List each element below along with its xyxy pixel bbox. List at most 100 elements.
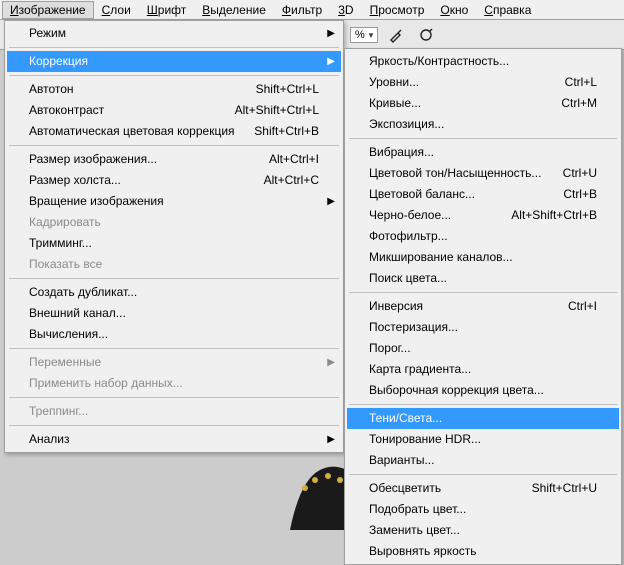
- correction-menu-item[interactable]: Экспозиция...: [347, 114, 619, 135]
- zoom-field[interactable]: % ▾: [350, 27, 378, 43]
- menu-item-shortcut: Shift+Ctrl+B: [254, 124, 319, 139]
- chevron-right-icon: ▶: [327, 355, 335, 370]
- correction-menu-item[interactable]: Порог...: [347, 338, 619, 359]
- image-menu-item[interactable]: Тримминг...: [7, 233, 341, 254]
- menu-separator: [9, 75, 339, 76]
- correction-menu-item[interactable]: Заменить цвет...: [347, 520, 619, 541]
- image-menu-item[interactable]: Автоматическая цветовая коррекция Shift+C…: [7, 121, 341, 142]
- correction-menu-item[interactable]: Цветовой баланс...Ctrl+B: [347, 184, 619, 205]
- menu-separator: [349, 404, 617, 405]
- menubar-item-фильтр[interactable]: Фильтр: [274, 1, 330, 19]
- menubar-item-справка[interactable]: Справка: [476, 1, 539, 19]
- menu-separator: [349, 474, 617, 475]
- menu-item-label: Размер холста...: [29, 173, 121, 188]
- brush-tool-icon-2[interactable]: [414, 25, 438, 45]
- correction-menu-item[interactable]: Тонирование HDR...: [347, 429, 619, 450]
- menu-separator: [9, 425, 339, 426]
- image-menu-item: Переменные ▶: [7, 352, 341, 373]
- correction-menu-item[interactable]: Инверсия Ctrl+I: [347, 296, 619, 317]
- menu-item-label: Размер изображения...: [29, 152, 157, 167]
- menu-item-label: Инверсия: [369, 299, 423, 314]
- menu-item-label: Коррекция: [29, 54, 88, 69]
- menu-item-label: Поиск цвета...: [369, 271, 447, 286]
- image-menu-item[interactable]: Режим ▶: [7, 23, 341, 44]
- menubar: ИзображениеСлоиШрифтВыделениеФильтр3DПро…: [0, 0, 624, 20]
- correction-menu-item[interactable]: Постеризация...: [347, 317, 619, 338]
- menu-item-label: Постеризация...: [369, 320, 458, 335]
- menu-item-label: Режим: [29, 26, 66, 41]
- menu-item-shortcut: Shift+Ctrl+U: [532, 481, 597, 496]
- image-menu-item[interactable]: АвтотонShift+Ctrl+L: [7, 79, 341, 100]
- menu-item-label: Микширование каналов...: [369, 250, 513, 265]
- image-menu-item[interactable]: Коррекция▶: [7, 51, 341, 72]
- image-menu-item: Показать все: [7, 254, 341, 275]
- correction-menu-item[interactable]: Выборочная коррекция цвета...: [347, 380, 619, 401]
- correction-menu-item[interactable]: Подобрать цвет...: [347, 499, 619, 520]
- correction-menu-item[interactable]: Кривые...Ctrl+M: [347, 93, 619, 114]
- menu-item-label: Обесцветить: [369, 481, 441, 496]
- image-menu-item[interactable]: Размер холста... Alt+Ctrl+C: [7, 170, 341, 191]
- menu-separator: [9, 47, 339, 48]
- menu-item-shortcut: Ctrl+I: [568, 299, 597, 314]
- menu-item-label: Применить набор данных...: [29, 376, 183, 391]
- image-menu-item[interactable]: Размер изображения... Alt+Ctrl+I: [7, 149, 341, 170]
- correction-menu-item[interactable]: Уровни...Ctrl+L: [347, 72, 619, 93]
- menu-item-shortcut: Shift+Ctrl+L: [256, 82, 319, 97]
- menu-item-shortcut: Alt+Shift+Ctrl+B: [511, 208, 597, 223]
- image-menu-item[interactable]: АвтоконтрастAlt+Shift+Ctrl+L: [7, 100, 341, 121]
- correction-menu-item[interactable]: Варианты...: [347, 450, 619, 471]
- menubar-item-просмотр[interactable]: Просмотр: [362, 1, 433, 19]
- correction-menu-item[interactable]: Выровнять яркость: [347, 541, 619, 562]
- menu-item-label: Тримминг...: [29, 236, 92, 251]
- image-menu-item[interactable]: Анализ ▶: [7, 429, 341, 450]
- menu-item-label: Цветовой баланс...: [369, 187, 475, 202]
- menu-item-label: Переменные: [29, 355, 101, 370]
- image-menu-item[interactable]: Вычисления...: [7, 324, 341, 345]
- menu-item-label: Тени/Света...: [369, 411, 442, 426]
- brush-tool-icon-1[interactable]: [384, 25, 408, 45]
- image-menu-item: Кадрировать: [7, 212, 341, 233]
- chevron-right-icon: ▶: [327, 26, 335, 41]
- chevron-right-icon: ▶: [327, 432, 335, 447]
- menubar-item-выделение[interactable]: Выделение: [194, 1, 274, 19]
- menu-item-label: Вычисления...: [29, 327, 108, 342]
- menubar-item-слои[interactable]: Слои: [94, 1, 139, 19]
- correction-menu-item[interactable]: Тени/Света...: [347, 408, 619, 429]
- correction-menu-item[interactable]: Вибрация...: [347, 142, 619, 163]
- menu-separator: [9, 348, 339, 349]
- menu-item-label: Внешний канал...: [29, 306, 126, 321]
- menu-item-shortcut: Ctrl+M: [561, 96, 597, 111]
- menu-item-label: Вибрация...: [369, 145, 434, 160]
- image-menu-item[interactable]: Вращение изображения▶: [7, 191, 341, 212]
- menu-item-label: Анализ: [29, 432, 70, 447]
- menu-separator: [349, 292, 617, 293]
- correction-menu-item[interactable]: Яркость/Контрастность...: [347, 51, 619, 72]
- menubar-item-шрифт[interactable]: Шрифт: [139, 1, 194, 19]
- menu-item-shortcut: Alt+Ctrl+C: [264, 173, 319, 188]
- menu-item-label: Варианты...: [369, 453, 434, 468]
- menubar-item-изображение[interactable]: Изображение: [2, 1, 94, 19]
- image-menu-item[interactable]: Создать дубликат...: [7, 282, 341, 303]
- menu-item-label: Подобрать цвет...: [369, 502, 466, 517]
- correction-menu-item[interactable]: Черно-белое...Alt+Shift+Ctrl+B: [347, 205, 619, 226]
- menu-item-label: Выровнять яркость: [369, 544, 477, 559]
- menu-item-label: Заменить цвет...: [369, 523, 460, 538]
- correction-menu-item[interactable]: Карта градиента...: [347, 359, 619, 380]
- menu-item-label: Яркость/Контрастность...: [369, 54, 509, 69]
- menu-item-shortcut: Ctrl+U: [563, 166, 597, 181]
- correction-menu-item[interactable]: Поиск цвета...: [347, 268, 619, 289]
- image-menu-item: Треппинг...: [7, 401, 341, 422]
- menu-item-shortcut: Alt+Ctrl+I: [269, 152, 319, 167]
- chevron-right-icon: ▶: [327, 194, 335, 209]
- menubar-item-окно[interactable]: Окно: [432, 1, 476, 19]
- correction-menu-item[interactable]: Обесцветить Shift+Ctrl+U: [347, 478, 619, 499]
- menu-item-label: Треппинг...: [29, 404, 88, 419]
- menu-item-label: Уровни...: [369, 75, 419, 90]
- image-menu-item[interactable]: Внешний канал...: [7, 303, 341, 324]
- menu-item-label: Автоматическая цветовая коррекция: [29, 124, 235, 139]
- correction-menu-item[interactable]: Цветовой тон/Насыщенность...Ctrl+U: [347, 163, 619, 184]
- correction-menu-item[interactable]: Фотофильтр...: [347, 226, 619, 247]
- correction-menu-item[interactable]: Микширование каналов...: [347, 247, 619, 268]
- menu-item-label: Карта градиента...: [369, 362, 471, 377]
- menubar-item-3d[interactable]: 3D: [330, 1, 361, 19]
